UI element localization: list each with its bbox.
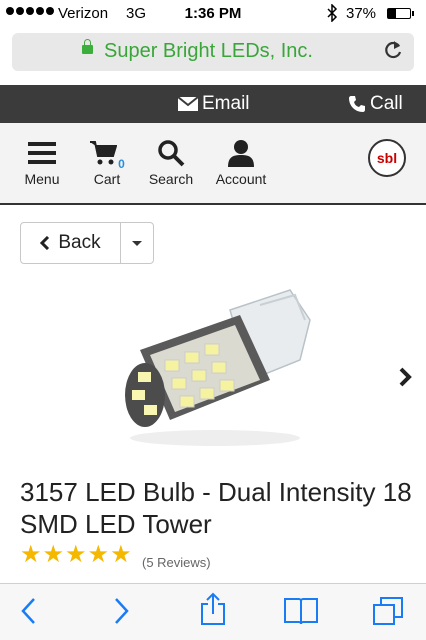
bookmarks-icon[interactable] xyxy=(283,596,319,631)
star-icon: ★ xyxy=(20,541,42,568)
star-icon: ★ xyxy=(110,541,132,568)
back-nav-icon[interactable] xyxy=(20,596,38,631)
lock-icon xyxy=(82,39,93,54)
forward-nav-icon[interactable] xyxy=(112,596,130,631)
battery-percent: 37% xyxy=(346,5,377,22)
nav-search[interactable]: Search xyxy=(143,135,199,187)
phone-icon xyxy=(349,96,365,112)
contact-bar: Email Call xyxy=(0,85,426,123)
product-image[interactable] xyxy=(110,280,320,450)
share-icon[interactable] xyxy=(200,592,226,631)
nav-menu-label: Menu xyxy=(24,171,60,187)
nav-cart-label: Cart xyxy=(93,171,121,187)
star-rating[interactable]: ★ ★ ★ ★ ★ xyxy=(20,543,132,567)
star-icon: ★ xyxy=(87,541,110,568)
email-label: Email xyxy=(202,93,250,114)
back-button-group: Back xyxy=(20,222,154,264)
envelope-icon xyxy=(178,97,198,111)
user-icon xyxy=(212,135,270,171)
status-bar: Verizon 3G 1:36 PM 37% xyxy=(0,0,426,28)
sbl-logo[interactable]: sbl xyxy=(368,139,406,177)
cart-icon xyxy=(90,141,118,165)
call-label: Call xyxy=(370,93,403,114)
chevron-left-icon xyxy=(40,236,50,250)
nav-account[interactable]: Account xyxy=(212,135,270,187)
tabs-icon[interactable] xyxy=(372,596,404,631)
battery-icon xyxy=(387,8,411,19)
product-title: 3157 LED Bulb - Dual Intensity 18 SMD LE… xyxy=(20,477,412,539)
logo-text: sbl xyxy=(376,150,398,166)
search-icon xyxy=(143,135,199,171)
reload-icon[interactable] xyxy=(382,38,404,68)
review-count-link[interactable]: (5 Reviews) xyxy=(142,555,211,570)
back-button[interactable]: Back xyxy=(21,223,121,263)
star-icon: ★ xyxy=(42,541,65,568)
star-icon: ★ xyxy=(65,541,87,568)
back-dropdown-toggle[interactable] xyxy=(121,223,153,263)
chevron-right-icon xyxy=(399,367,412,387)
nav-search-label: Search xyxy=(148,171,194,187)
hamburger-icon xyxy=(20,135,64,171)
nav-cart[interactable]: 0 Cart xyxy=(86,135,128,187)
browser-toolbar xyxy=(0,583,426,640)
bluetooth-icon xyxy=(326,3,338,26)
cart-count-badge: 0 xyxy=(118,157,125,171)
next-image-arrow[interactable] xyxy=(398,366,412,393)
nav-account-label: Account xyxy=(215,171,267,187)
email-link[interactable]: Email xyxy=(178,93,250,115)
call-link[interactable]: Call xyxy=(348,93,403,115)
site-name[interactable]: Super Bright LEDs, Inc. xyxy=(104,40,313,63)
site-nav: Menu 0 Cart Search Account sbl xyxy=(0,123,426,205)
address-bar[interactable]: Super Bright LEDs, Inc. xyxy=(12,33,414,71)
caret-down-icon xyxy=(132,240,142,246)
back-label: Back xyxy=(58,232,101,253)
battery-tip xyxy=(412,11,414,16)
nav-menu[interactable]: Menu xyxy=(20,135,64,187)
